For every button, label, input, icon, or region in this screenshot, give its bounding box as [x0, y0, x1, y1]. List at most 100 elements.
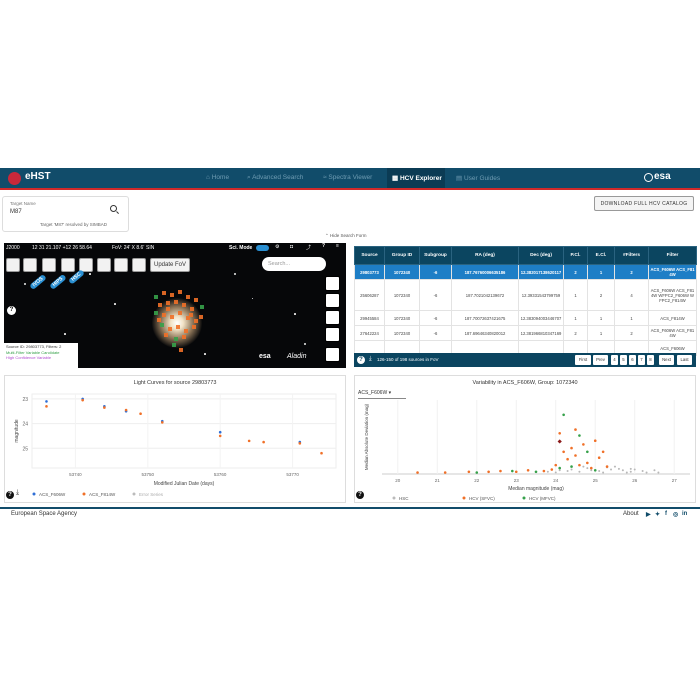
data-point-acs-f814w[interactable]	[45, 405, 48, 408]
data-point-hcv-sfvc-[interactable]	[605, 465, 609, 468]
source-marker[interactable]	[154, 295, 158, 299]
data-point-hsc[interactable]	[617, 467, 620, 470]
hide-search-form-toggle[interactable]: ⌃ Hide Search Form	[325, 233, 367, 239]
data-point-hsc[interactable]	[629, 470, 632, 473]
source-marker[interactable]	[192, 325, 196, 329]
planet-icon[interactable]	[23, 258, 37, 272]
legend-label[interactable]: HSC	[399, 496, 409, 501]
chat-icon[interactable]	[325, 347, 340, 362]
source-marker[interactable]	[184, 329, 188, 333]
data-point-hcv-sfvc-[interactable]	[589, 466, 593, 470]
page-5-button[interactable]: 5	[620, 355, 627, 365]
telescope-icon[interactable]	[114, 258, 128, 272]
source-marker[interactable]	[168, 327, 172, 331]
menu-icon[interactable]: ≡	[336, 243, 339, 249]
data-point-hcv-sfvc-[interactable]	[593, 439, 597, 442]
data-point-hsc[interactable]	[598, 470, 601, 473]
linkedin-icon[interactable]: in	[682, 511, 687, 517]
data-point-hcv-sfvc-[interactable]	[578, 463, 581, 467]
table-help-icon[interactable]: ?	[357, 356, 365, 364]
data-point-hcv-sfvc-[interactable]	[416, 471, 419, 474]
col-filters-count[interactable]: #Filters	[614, 246, 649, 265]
source-marker[interactable]	[166, 301, 170, 305]
col-dec[interactable]: Dec (deg)	[518, 246, 564, 265]
data-point-hcv-sfvc-[interactable]	[597, 456, 601, 460]
legend-swatch[interactable]	[32, 492, 36, 496]
download-icon[interactable]: ⤓	[369, 356, 372, 363]
download-catalog-button[interactable]: DOWNLOAD FULL HCV CATALOG	[594, 196, 694, 211]
data-point-hsc[interactable]	[641, 470, 644, 473]
draw-icon[interactable]	[325, 310, 340, 325]
data-point-hcv-sfvc-[interactable]	[467, 470, 471, 474]
source-marker[interactable]	[170, 293, 174, 297]
app-name[interactable]: eHST	[25, 171, 51, 182]
data-point-hcv-sfvc-[interactable]	[574, 454, 577, 457]
data-point-hcv-sfvc-[interactable]	[443, 471, 447, 474]
data-point-hcv-sfvc-[interactable]	[601, 450, 605, 454]
data-point-hcv-sfvc-[interactable]	[514, 470, 518, 474]
source-marker[interactable]	[162, 313, 166, 317]
data-point-hcv-mfvc-[interactable]	[475, 471, 479, 474]
source-marker[interactable]	[160, 323, 164, 327]
footer-about-link[interactable]: About	[623, 511, 639, 517]
data-point-hcv-sfvc-[interactable]	[562, 450, 565, 454]
data-point-acs-f814w[interactable]	[320, 451, 323, 455]
ivos-pill[interactable]: IVOS	[29, 273, 47, 291]
search-icon[interactable]	[110, 205, 117, 212]
source-marker[interactable]	[189, 313, 193, 317]
data-point-hcv-sfvc-[interactable]	[558, 432, 561, 435]
source-marker[interactable]	[190, 307, 194, 311]
update-fov-button[interactable]: Update FoV	[150, 258, 190, 272]
data-point-hcv-sfvc-[interactable]	[542, 469, 546, 473]
ehst-logo-icon[interactable]	[8, 172, 21, 185]
spectrum-icon[interactable]	[61, 258, 75, 272]
legend-swatch[interactable]	[462, 496, 466, 500]
variability-chart[interactable]: 20 21 22 23 24 25 26 27 Median magnitude (mag) Me…	[354, 398, 696, 503]
page-prev-button[interactable]: Prev	[593, 355, 608, 365]
data-point-hsc[interactable]	[645, 471, 648, 474]
data-point-acs-f814w[interactable]	[160, 421, 164, 424]
nav-advanced-search[interactable]: ⌕ Advanced Search	[247, 174, 303, 182]
source-marker[interactable]	[172, 343, 176, 347]
data-point-acs-f814w[interactable]	[218, 434, 222, 438]
data-point-hsc[interactable]	[578, 470, 581, 473]
page-first-button[interactable]: First	[575, 355, 591, 365]
data-point-hcv-mfvc-[interactable]	[534, 470, 538, 474]
data-point-hcv-mfvc-[interactable]	[578, 434, 581, 437]
source-marker[interactable]	[164, 333, 168, 337]
source-marker[interactable]	[174, 300, 178, 304]
legend-swatch[interactable]	[522, 496, 526, 500]
legend-label[interactable]: HCV (MFVC)	[529, 496, 556, 501]
source-marker[interactable]	[182, 335, 186, 339]
source-marker[interactable]	[194, 298, 198, 302]
data-point-hsc[interactable]	[586, 467, 589, 470]
data-point-acs-f814w[interactable]	[124, 408, 128, 412]
data-point-hsc[interactable]	[602, 471, 605, 474]
data-point-hsc[interactable]	[570, 468, 573, 471]
data-point-hsc[interactable]	[629, 467, 632, 470]
data-point-acs-f606w[interactable]	[45, 400, 48, 403]
data-point-hcv-sfvc-[interactable]	[554, 463, 558, 467]
reticle-icon[interactable]	[325, 327, 340, 342]
source-marker[interactable]	[178, 311, 182, 315]
page-7-button[interactable]: 7	[638, 355, 645, 365]
nav-user-guides[interactable]: ▤ User Guides	[456, 174, 500, 182]
astronaut-icon[interactable]	[132, 258, 146, 272]
data-point-hcv-mfvc-[interactable]	[593, 469, 597, 472]
data-point-hsc[interactable]	[653, 469, 656, 472]
youtube-icon[interactable]: ▶	[646, 511, 651, 518]
target-icon[interactable]	[97, 258, 111, 272]
settings-icon[interactable]: ⚙	[275, 244, 279, 250]
source-marker[interactable]	[182, 303, 186, 307]
page-8-button[interactable]: 8	[647, 355, 654, 365]
data-point-hcv-mfvc-[interactable]	[586, 450, 589, 454]
data-point-acs-f814w[interactable]	[103, 406, 106, 409]
data-point-hcv-sfvc-[interactable]	[586, 461, 589, 465]
sky-help-icon[interactable]: ?	[7, 306, 16, 315]
source-marker[interactable]	[186, 295, 190, 299]
data-point-hcv-sfvc-[interactable]	[566, 457, 569, 461]
sky-viewer[interactable]: J2000 12 31 21.107 +12 26 58.64 FoV: 24'…	[4, 243, 346, 368]
table-row[interactable]: 27642224 1072340 -6 187.69646340820012 12.38…	[354, 325, 697, 341]
fullscreen-icon[interactable]	[325, 293, 340, 308]
source-marker[interactable]	[194, 319, 198, 323]
